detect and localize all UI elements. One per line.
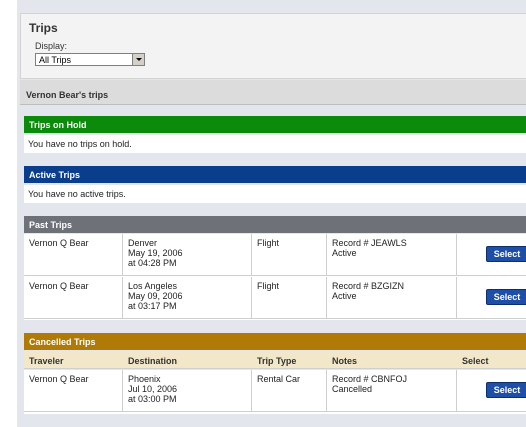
column-divider [122,277,123,318]
display-label: Display: [35,41,68,51]
trip-type-cell: Flight [257,238,280,248]
column-divider [456,234,457,275]
section-header-cancelled: Cancelled Trips [24,333,526,350]
column-divider [122,234,123,275]
table-row: Vernon Q Bear Los Angeles May 09, 2006 a… [24,277,526,319]
section-header-active: Active Trips [24,166,526,183]
trips-header: Trips Display: All Trips [20,13,526,79]
display-select-value: All Trips [39,55,72,65]
on-hold-message: You have no trips on hold. [28,139,132,149]
column-divider [456,370,457,411]
table-row: Vernon Q Bear Denver May 19, 2006 at 04:… [24,234,526,276]
column-header-trip-type: Trip Type [257,356,297,366]
notes-cell: Record # BZGIZN Active [332,281,405,301]
section-title: Trips on Hold [29,120,87,130]
chevron-down-icon[interactable] [132,54,144,65]
column-divider [456,277,457,318]
select-button[interactable]: Select [486,246,526,262]
section-title: Past Trips [29,220,73,230]
column-header-traveler: Traveler [29,356,64,366]
cancelled-trips-table: Vernon Q Bear Phoenix Jul 10, 2006 at 03… [24,370,526,414]
destination-cell: Los Angeles May 09, 2006 at 03:17 PM [128,281,183,311]
traveler-cell: Vernon Q Bear [29,238,89,248]
section-title: Cancelled Trips [29,337,96,347]
page-title: Trips [29,21,58,35]
column-divider [122,370,123,411]
column-divider [326,277,327,318]
trip-type-cell: Rental Car [257,374,301,384]
notes-cell: Record # JEAWLS Active [332,238,407,258]
section-header-past: Past Trips [24,216,526,233]
column-header-destination: Destination [128,356,178,366]
owner-bar: Vernon Bear's trips [20,80,526,105]
cancelled-column-header: Traveler Destination Trip Type Notes Sel… [24,351,526,369]
display-select[interactable]: All Trips [35,53,145,66]
destination-cell: Denver May 19, 2006 at 04:28 PM [128,238,183,268]
past-trips-table: Vernon Q Bear Denver May 19, 2006 at 04:… [24,234,526,320]
column-divider [326,370,327,411]
destination-cell: Phoenix Jul 10, 2006 at 03:00 PM [128,374,178,404]
column-divider [251,370,252,411]
column-divider [251,234,252,275]
notes-cell: Record # CBNFOJ Cancelled [332,374,408,394]
section-header-on-hold: Trips on Hold [24,116,526,133]
active-message-row: You have no active trips. [24,185,526,203]
trip-type-cell: Flight [257,281,280,291]
section-title: Active Trips [29,170,81,180]
owner-title: Vernon Bear's trips [26,90,109,100]
column-header-select: Select [462,356,489,366]
select-button[interactable]: Select [486,382,526,398]
column-divider [251,277,252,318]
active-message: You have no active trips. [28,189,126,199]
select-button[interactable]: Select [486,289,526,305]
traveler-cell: Vernon Q Bear [29,374,89,384]
column-header-notes: Notes [332,356,358,366]
table-row: Vernon Q Bear Phoenix Jul 10, 2006 at 03… [24,370,526,412]
on-hold-message-row: You have no trips on hold. [24,135,526,153]
column-divider [326,234,327,275]
traveler-cell: Vernon Q Bear [29,281,89,291]
